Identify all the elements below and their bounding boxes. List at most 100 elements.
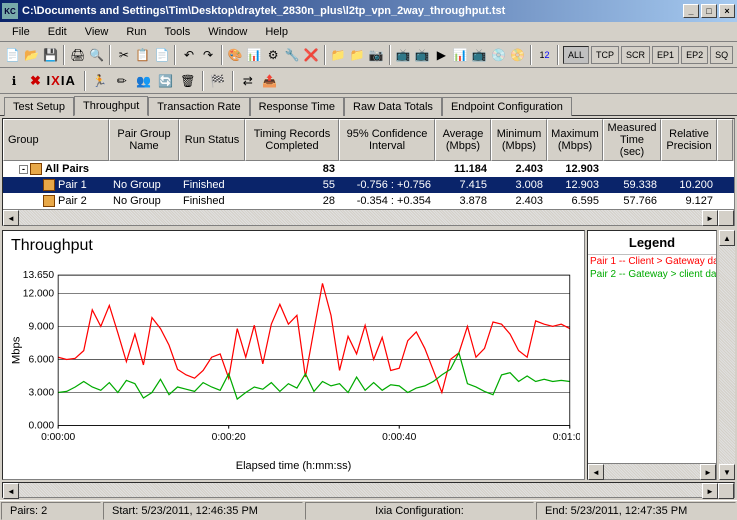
open-icon[interactable]: 📂 [23, 45, 40, 65]
table-row[interactable]: Pair 2No GroupFinished28-0.354 : +0.3543… [3, 193, 734, 209]
toggle-ep1[interactable]: EP1 [652, 46, 679, 64]
scroll-track[interactable] [719, 246, 735, 464]
toggle-ep2[interactable]: EP2 [681, 46, 708, 64]
col-group[interactable]: Group [3, 119, 109, 161]
delete-icon[interactable]: 🗑 [178, 71, 198, 91]
tab-test-setup[interactable]: Test Setup [4, 97, 74, 116]
tool-icon-14[interactable]: 💿 [490, 45, 507, 65]
toggle-tcp[interactable]: TCP [591, 46, 619, 64]
undo-icon[interactable]: ↶ [180, 45, 197, 65]
tab-endpoint-config[interactable]: Endpoint Configuration [442, 97, 572, 116]
toggle-all[interactable]: ALL [563, 46, 589, 64]
menu-view[interactable]: View [77, 24, 117, 40]
scroll-left-icon[interactable]: ◄ [3, 483, 19, 499]
tool-icon-6[interactable]: 📁 [330, 45, 347, 65]
tool-icon-1[interactable]: 🎨 [227, 45, 244, 65]
save-icon[interactable]: 💾 [42, 45, 59, 65]
tab-response-time[interactable]: Response Time [250, 97, 344, 116]
col-pair-group-name[interactable]: Pair Group Name [109, 119, 179, 161]
scroll-track[interactable] [604, 464, 700, 479]
tool-icon-8[interactable]: 📷 [368, 45, 385, 65]
window-buttons: _ □ × [683, 4, 735, 18]
scroll-right-icon[interactable]: ► [702, 210, 718, 226]
svg-text:9.000: 9.000 [28, 321, 54, 332]
table-row[interactable]: -All Pairs8311.1842.40312.903 [3, 161, 734, 177]
replicate-icon[interactable]: 👥 [134, 71, 154, 91]
col-measured-time[interactable]: Measured Time (sec) [603, 119, 661, 161]
grid-hscroll[interactable]: ◄ ► [3, 209, 734, 225]
svg-text:0:01:00: 0:01:00 [553, 432, 580, 443]
scroll-up-icon[interactable]: ▲ [719, 230, 735, 246]
scroll-left-icon[interactable]: ◄ [588, 464, 604, 480]
cell-mi: 3.008 [491, 178, 547, 192]
tab-raw-data-totals[interactable]: Raw Data Totals [344, 97, 442, 116]
menu-file[interactable]: File [4, 24, 38, 40]
cell-tr: 83 [245, 162, 339, 176]
minimize-button[interactable]: _ [683, 4, 699, 18]
col-confidence-interval[interactable]: 95% Confidence Interval [339, 119, 435, 161]
grid-header: Group Pair Group Name Run Status Timing … [3, 119, 734, 161]
status-bar: Pairs: 2 Start: 5/23/2011, 12:46:35 PM I… [0, 500, 737, 520]
scroll-corner [718, 483, 734, 499]
swap-icon[interactable]: 🔄 [156, 71, 176, 91]
tab-transaction-rate[interactable]: Transaction Rate [148, 97, 249, 116]
cell-ci: -0.756 : +0.756 [339, 178, 435, 192]
export-icon[interactable]: 📤 [260, 71, 280, 91]
menu-tools[interactable]: Tools [157, 24, 199, 40]
col-maximum[interactable]: Maximum (Mbps) [547, 119, 603, 161]
tool-icon-5[interactable]: ❌ [303, 45, 320, 65]
scroll-track[interactable] [19, 483, 702, 497]
tool-icon-4[interactable]: 🔧 [284, 45, 301, 65]
cell-rp: 10.200 [661, 178, 717, 192]
menu-help[interactable]: Help [257, 24, 296, 40]
tool-icon-3[interactable]: ⚙ [265, 45, 282, 65]
toggle-scr[interactable]: SCR [621, 46, 650, 64]
scroll-left-icon[interactable]: ◄ [3, 210, 19, 226]
tool-icon-9[interactable]: 📺 [395, 45, 412, 65]
flag-icon[interactable]: 🏁 [208, 71, 228, 91]
run-icon[interactable]: 🏃 [90, 71, 110, 91]
col-relative-precision[interactable]: Relative Precision [661, 119, 717, 161]
edit-icon[interactable]: ✏ [112, 71, 132, 91]
redo-icon[interactable]: ↷ [199, 45, 216, 65]
print-icon[interactable]: 🖨 [69, 45, 86, 65]
compare-icon[interactable]: ⇄ [238, 71, 258, 91]
scroll-down-icon[interactable]: ▼ [719, 464, 735, 480]
col-minimum[interactable]: Minimum (Mbps) [491, 119, 547, 161]
menu-edit[interactable]: Edit [40, 24, 75, 40]
copy-icon[interactable]: 📋 [134, 45, 151, 65]
status-ixia-config: Ixia Configuration: [305, 502, 534, 520]
info-icon[interactable]: ℹ [4, 71, 24, 91]
paste-icon[interactable]: 📄 [153, 45, 170, 65]
tool-icon-15[interactable]: 📀 [509, 45, 526, 65]
menu-window[interactable]: Window [200, 24, 255, 40]
new-icon[interactable]: 📄 [4, 45, 21, 65]
chart-vscroll[interactable]: ▲ ▼ [719, 230, 735, 480]
close-button[interactable]: × [719, 4, 735, 18]
tool-icon-16[interactable]: 12 [536, 45, 553, 65]
toggle-sq[interactable]: SQ [710, 46, 733, 64]
print-preview-icon[interactable]: 🔍 [88, 45, 105, 65]
scroll-right-icon[interactable]: ► [702, 483, 718, 499]
legend-item[interactable]: Pair 1 -- Client > Gateway da [588, 255, 716, 268]
col-run-status[interactable]: Run Status [179, 119, 245, 161]
col-average[interactable]: Average (Mbps) [435, 119, 491, 161]
tool-icon-13[interactable]: 📺 [471, 45, 488, 65]
legend-hscroll[interactable]: ◄ ► [588, 463, 716, 479]
tool-icon-7[interactable]: 📁 [349, 45, 366, 65]
outer-hscroll[interactable]: ◄ ► [2, 482, 735, 498]
col-timing-records[interactable]: Timing Records Completed [245, 119, 339, 161]
tool-icon-11[interactable]: ▶ [433, 45, 450, 65]
cut-icon[interactable]: ✂ [115, 45, 132, 65]
tab-throughput[interactable]: Throughput [74, 96, 148, 116]
tool-icon-2[interactable]: 📊 [246, 45, 263, 65]
svg-text:0.000: 0.000 [28, 421, 54, 432]
table-row[interactable]: Pair 1No GroupFinished55-0.756 : +0.7567… [3, 177, 734, 193]
maximize-button[interactable]: □ [701, 4, 717, 18]
legend-item[interactable]: Pair 2 -- Gateway > client da [588, 268, 716, 281]
tool-icon-10[interactable]: 📺 [414, 45, 431, 65]
scroll-track[interactable] [19, 210, 702, 225]
scroll-right-icon[interactable]: ► [700, 464, 716, 480]
tool-icon-12[interactable]: 📊 [452, 45, 469, 65]
menu-run[interactable]: Run [118, 24, 154, 40]
